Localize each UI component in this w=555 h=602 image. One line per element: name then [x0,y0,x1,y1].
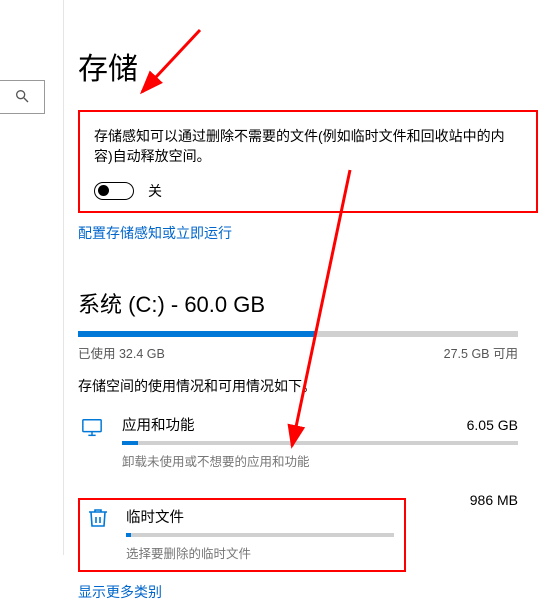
drive-usage-bar [78,331,518,337]
category-apps[interactable]: 应用和功能 6.05 GB 卸载未使用或不想要的应用和功能 [78,414,518,470]
drive-usage-labels: 已使用 32.4 GB 27.5 GB 可用 [78,343,518,362]
category-temp-files[interactable]: 临时文件 选择要删除的临时文件 [126,506,394,562]
main-content: 存储 存储感知可以通过删除不需要的文件(例如临时文件和回收站中的内容)自动释放空… [78,44,538,602]
storage-sense-toggle[interactable] [94,182,134,200]
category-size: 6.05 GB [467,417,518,433]
drive-used-label: 已使用 32.4 GB [78,343,165,362]
storage-sense-toggle-label: 关 [148,181,162,201]
category-size: 986 MB [470,492,518,508]
category-bar [122,441,518,445]
trash-icon [86,506,110,533]
search-box[interactable] [0,80,45,114]
category-name: 临时文件 [126,506,184,527]
drive-usage-fill [78,331,316,337]
configure-storage-sense-link[interactable]: 配置存储感知或立即运行 [78,223,232,243]
monitor-icon [78,416,106,440]
search-icon [14,88,30,107]
drive-caption: 存储空间的使用情况和可用情况如下。 [78,376,538,396]
drive-title: 系统 (C:) - 60.0 GB [78,287,538,319]
storage-sense-section: 存储感知可以通过删除不需要的文件(例如临时文件和回收站中的内容)自动释放空间。 … [78,110,538,213]
storage-sense-description: 存储感知可以通过删除不需要的文件(例如临时文件和回收站中的内容)自动释放空间。 [94,126,522,167]
category-subtitle: 卸载未使用或不想要的应用和功能 [122,451,518,470]
drive-free-label: 27.5 GB 可用 [444,343,518,362]
category-name: 应用和功能 [122,414,195,435]
left-panel [0,0,64,555]
category-temp-files-highlight: 临时文件 选择要删除的临时文件 [78,498,406,572]
show-more-categories-link[interactable]: 显示更多类别 [78,582,162,602]
page-title: 存储 [78,44,538,88]
category-bar [126,533,394,537]
category-subtitle: 选择要删除的临时文件 [126,543,394,562]
